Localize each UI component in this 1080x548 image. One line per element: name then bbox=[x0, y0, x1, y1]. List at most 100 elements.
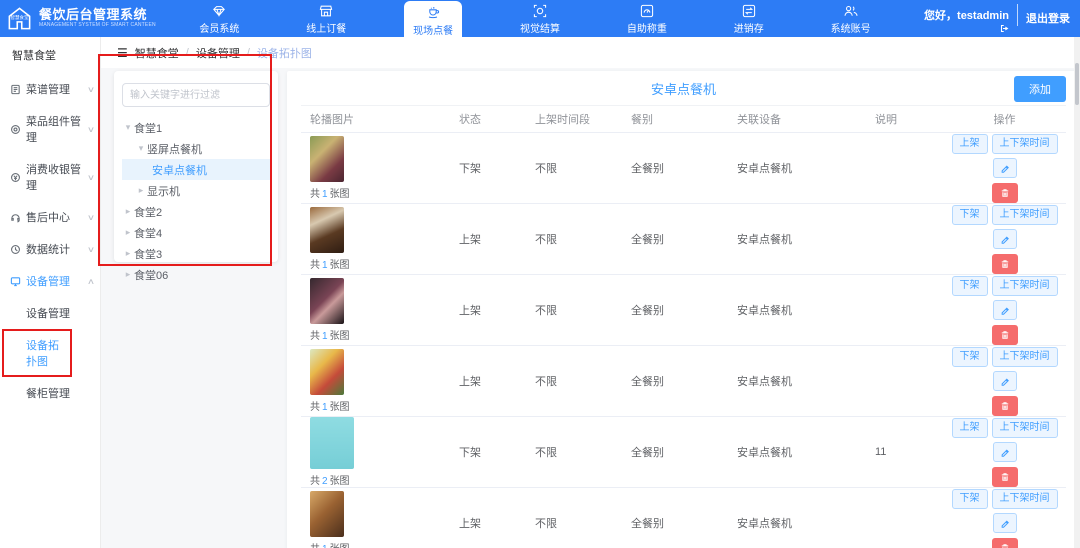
meal-type-value: 全餐别 bbox=[631, 444, 737, 460]
scrollbar-thumb[interactable] bbox=[1075, 63, 1079, 105]
edit-icon bbox=[1000, 518, 1010, 528]
table-row: 共1张图 上架 不限 全餐别 安卓点餐机 下架 上下架时间 bbox=[301, 488, 1066, 548]
tree-node-canteen06[interactable]: ▸ 食堂06 bbox=[122, 264, 270, 285]
toggle-shelf-button[interactable]: 上架 bbox=[952, 418, 988, 438]
nav-self-weigh[interactable]: 自助称重 bbox=[618, 1, 676, 37]
chevron-down-icon: ∨ bbox=[87, 85, 95, 94]
sidebar-subitem-cabinet-mgmt[interactable]: 餐柜管理 bbox=[0, 377, 100, 409]
carousel-image bbox=[310, 207, 344, 253]
meal-type-value: 全餐别 bbox=[631, 373, 737, 389]
sidebar-item-device-mgmt[interactable]: 设备管理 ∧ bbox=[0, 265, 100, 297]
breadcrumb-segment[interactable]: 设备管理 bbox=[196, 45, 240, 61]
chevron-down-icon: ∨ bbox=[87, 213, 95, 222]
caret-down-icon[interactable]: ▾ bbox=[122, 122, 134, 133]
image-count: 共1张图 bbox=[310, 540, 350, 548]
toggle-shelf-button[interactable]: 下架 bbox=[952, 489, 988, 509]
vertical-scrollbar[interactable] bbox=[1074, 37, 1080, 548]
svg-text:智慧食堂: 智慧食堂 bbox=[11, 14, 29, 21]
caret-right-icon[interactable]: ▸ bbox=[122, 269, 134, 280]
app-title: 餐饮后台管理系统 bbox=[39, 8, 156, 22]
chevron-down-icon: ∨ bbox=[87, 125, 95, 134]
delete-icon bbox=[1000, 188, 1010, 198]
nav-visual-checkout[interactable]: 视觉结算 bbox=[511, 1, 569, 37]
sidebar-item-statistics[interactable]: 数据统计 ∨ bbox=[0, 233, 100, 265]
tree-node-display[interactable]: ▸ 显示机 bbox=[122, 180, 270, 201]
nav-online-order[interactable]: 线上订餐 bbox=[297, 1, 355, 37]
online-order-icon bbox=[318, 3, 334, 19]
caret-right-icon[interactable]: ▸ bbox=[135, 185, 147, 196]
content-area: ▾ 食堂1 ▾ 竖屏点餐机 安卓点餐机 ▸ 显示机 bbox=[101, 68, 1080, 548]
sidebar-subitem-device-mgmt[interactable]: 设备管理 bbox=[0, 297, 100, 329]
session-exit-icon bbox=[1000, 24, 1009, 33]
toggle-shelf-button[interactable]: 下架 bbox=[952, 347, 988, 367]
schedule-button[interactable]: 上下架时间 bbox=[992, 489, 1058, 509]
schedule-button[interactable]: 上下架时间 bbox=[992, 276, 1058, 296]
caret-down-icon[interactable]: ▾ bbox=[135, 143, 147, 154]
tree-node-canteen2[interactable]: ▸ 食堂2 bbox=[122, 201, 270, 222]
caret-right-icon[interactable]: ▸ bbox=[122, 206, 134, 217]
toggle-shelf-button[interactable]: 下架 bbox=[952, 276, 988, 296]
delete-icon bbox=[1000, 330, 1010, 340]
meal-type-value: 全餐别 bbox=[631, 160, 737, 176]
sidebar-subitem-device-topology[interactable]: 设备拓扑图 bbox=[4, 331, 70, 375]
sidebar-header: 智慧食堂 bbox=[0, 37, 100, 73]
sidebar-item-dish-component-mgmt[interactable]: 菜品组件管理 ∨ bbox=[0, 105, 100, 153]
tree-filter-input[interactable] bbox=[122, 83, 270, 107]
status-value: 下架 bbox=[459, 160, 535, 176]
nav-system-account[interactable]: 系统账号 bbox=[822, 1, 880, 37]
linked-device-value: 安卓点餐机 bbox=[737, 515, 875, 531]
table-title: 安卓点餐机 bbox=[651, 79, 716, 98]
breadcrumb-segment[interactable]: 智慧食堂 bbox=[135, 45, 179, 61]
toggle-shelf-button[interactable]: 上架 bbox=[952, 134, 988, 154]
user-area: 您好，testadmin 退出登录 bbox=[924, 4, 1080, 33]
nav-inventory[interactable]: 进销存 bbox=[725, 1, 773, 37]
toggle-shelf-button[interactable]: 下架 bbox=[952, 205, 988, 225]
collapse-menu-icon[interactable]: ☰ bbox=[117, 46, 128, 60]
user-greeting: 您好，testadmin bbox=[924, 10, 1009, 23]
breadcrumb: ☰ 智慧食堂 / 设备管理 / 设备拓扑图 bbox=[101, 37, 1080, 68]
delete-button[interactable] bbox=[992, 467, 1018, 487]
sidebar-item-recipe-mgmt[interactable]: 菜谱管理 ∨ bbox=[0, 73, 100, 105]
dish-component-icon bbox=[10, 124, 21, 135]
edit-icon bbox=[1000, 447, 1010, 457]
tree-node-canteen3[interactable]: ▸ 食堂3 bbox=[122, 243, 270, 264]
time-range-value: 不限 bbox=[535, 302, 631, 318]
sidebar-item-after-sales[interactable]: 售后中心 ∨ bbox=[0, 201, 100, 233]
edit-button[interactable] bbox=[993, 371, 1017, 391]
top-nav: 会员系统 线上订餐 现场点餐 视觉结算 bbox=[166, 0, 924, 37]
delete-button[interactable] bbox=[992, 325, 1018, 345]
logout-link[interactable]: 退出登录 bbox=[1017, 4, 1070, 26]
edit-button[interactable] bbox=[993, 158, 1017, 178]
nav-membership[interactable]: 会员系统 bbox=[190, 1, 248, 37]
edit-button[interactable] bbox=[993, 300, 1017, 320]
delete-button[interactable] bbox=[992, 538, 1018, 548]
schedule-button[interactable]: 上下架时间 bbox=[992, 205, 1058, 225]
app-logo: 智慧食堂 餐饮后台管理系统 MANAGEMENT SYSTEM OF SMART… bbox=[0, 5, 166, 32]
carousel-image bbox=[310, 349, 344, 395]
breadcrumb-separator: / bbox=[186, 47, 189, 59]
caret-right-icon[interactable]: ▸ bbox=[122, 227, 134, 238]
time-range-value: 不限 bbox=[535, 444, 631, 460]
schedule-button[interactable]: 上下架时间 bbox=[992, 134, 1058, 154]
visual-checkout-icon bbox=[532, 3, 548, 19]
linked-device-value: 安卓点餐机 bbox=[737, 160, 875, 176]
add-button[interactable]: 添加 bbox=[1014, 76, 1066, 102]
delete-button[interactable] bbox=[992, 254, 1018, 274]
image-count: 共1张图 bbox=[310, 398, 350, 413]
edit-button[interactable] bbox=[993, 229, 1017, 249]
edit-button[interactable] bbox=[993, 442, 1017, 462]
schedule-button[interactable]: 上下架时间 bbox=[992, 347, 1058, 367]
tree-node-vertical-screen[interactable]: ▾ 竖屏点餐机 bbox=[122, 138, 270, 159]
delete-button[interactable] bbox=[992, 183, 1018, 203]
edit-button[interactable] bbox=[993, 513, 1017, 533]
sidebar-item-cashier-mgmt[interactable]: 消费收银管理 ∨ bbox=[0, 153, 100, 201]
tree-node-canteen1[interactable]: ▾ 食堂1 bbox=[122, 117, 270, 138]
house-logo-icon: 智慧食堂 bbox=[6, 5, 33, 32]
delete-button[interactable] bbox=[992, 396, 1018, 416]
tree-node-canteen4[interactable]: ▸ 食堂4 bbox=[122, 222, 270, 243]
tree-node-android-kiosk[interactable]: 安卓点餐机 bbox=[122, 159, 270, 180]
nav-onsite-order[interactable]: 现场点餐 bbox=[404, 1, 462, 44]
schedule-button[interactable]: 上下架时间 bbox=[992, 418, 1058, 438]
time-range-value: 不限 bbox=[535, 373, 631, 389]
caret-right-icon[interactable]: ▸ bbox=[122, 248, 134, 259]
